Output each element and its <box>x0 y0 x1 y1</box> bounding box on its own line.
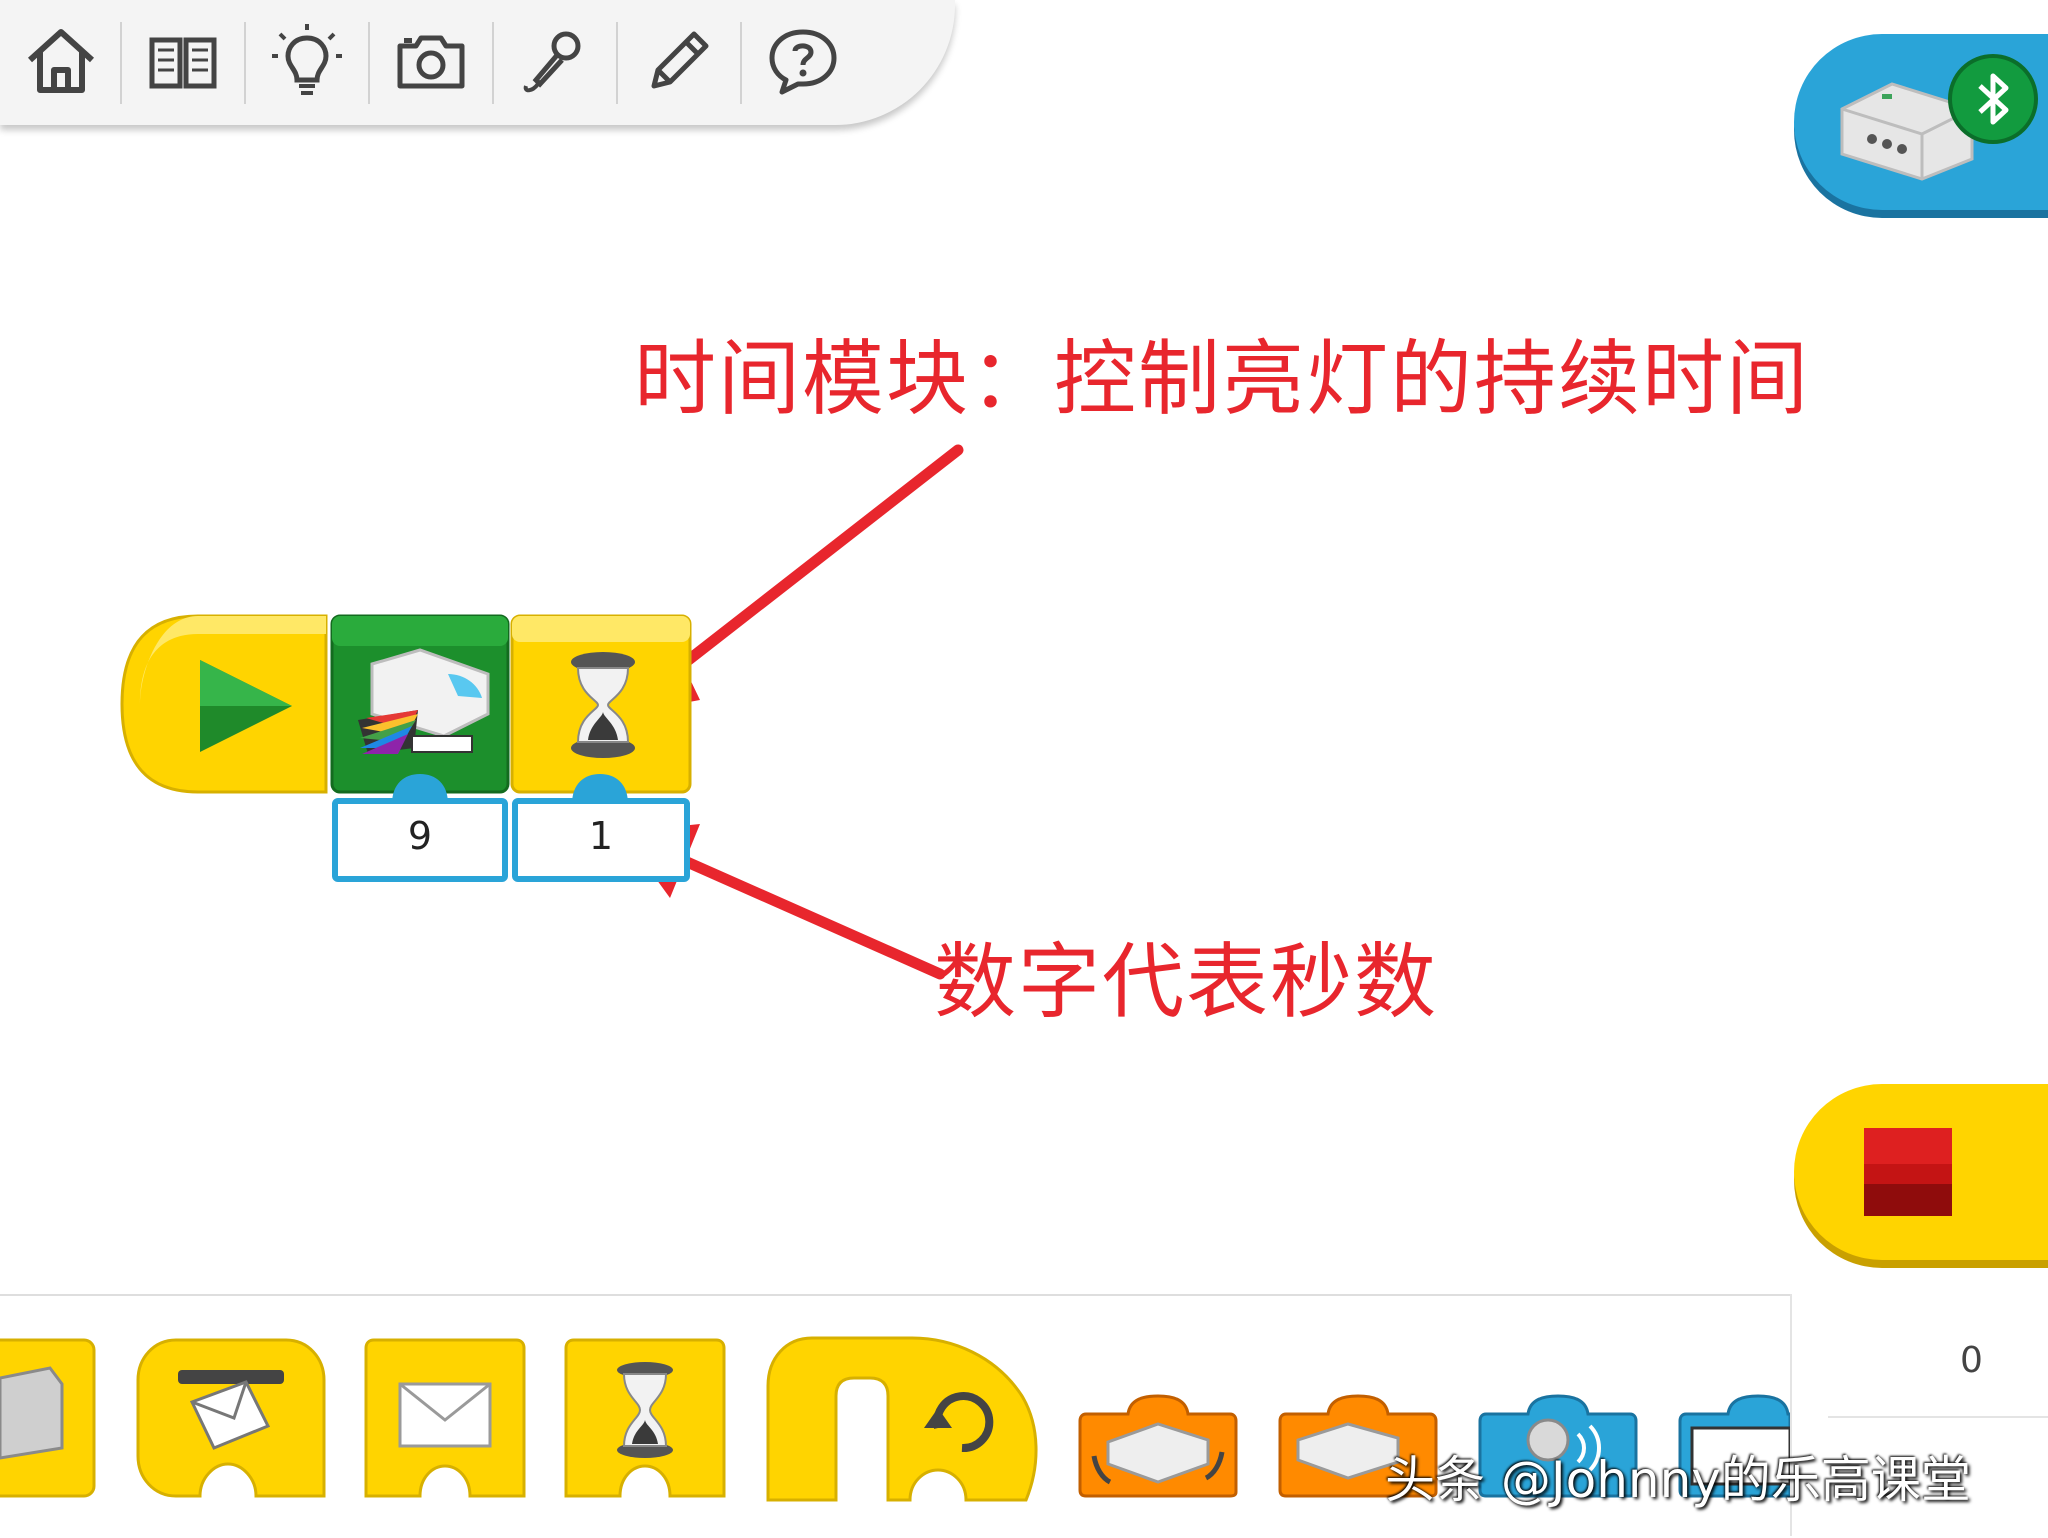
palette-loop-block[interactable] <box>762 1336 1042 1502</box>
palette-block-partial[interactable] <box>0 1338 96 1498</box>
palette-message-send-block[interactable] <box>364 1338 526 1498</box>
wait-block[interactable] <box>510 614 692 794</box>
stop-icon <box>1864 1128 1952 1216</box>
wait-value-connector <box>572 774 628 804</box>
light-block[interactable] <box>330 614 510 794</box>
wait-value-input[interactable]: 1 <box>512 798 690 882</box>
hub-light-icon <box>358 648 490 754</box>
light-value-connector <box>392 774 448 804</box>
watermark: 头条 @Johnny的乐高课堂 <box>1385 1451 1971 1509</box>
play-icon <box>200 660 292 752</box>
palette-motor-block[interactable] <box>1078 1394 1238 1498</box>
light-value-input[interactable]: 9 <box>332 798 508 882</box>
stop-button[interactable] <box>1794 1084 2048 1260</box>
palette-wait-block[interactable] <box>564 1338 726 1498</box>
counter-divider <box>1828 1416 2048 1418</box>
hourglass-icon <box>571 652 635 758</box>
palette-message-receive-block[interactable] <box>136 1338 326 1498</box>
start-block[interactable] <box>118 614 330 794</box>
counter-value: 0 <box>1960 1340 1983 1381</box>
